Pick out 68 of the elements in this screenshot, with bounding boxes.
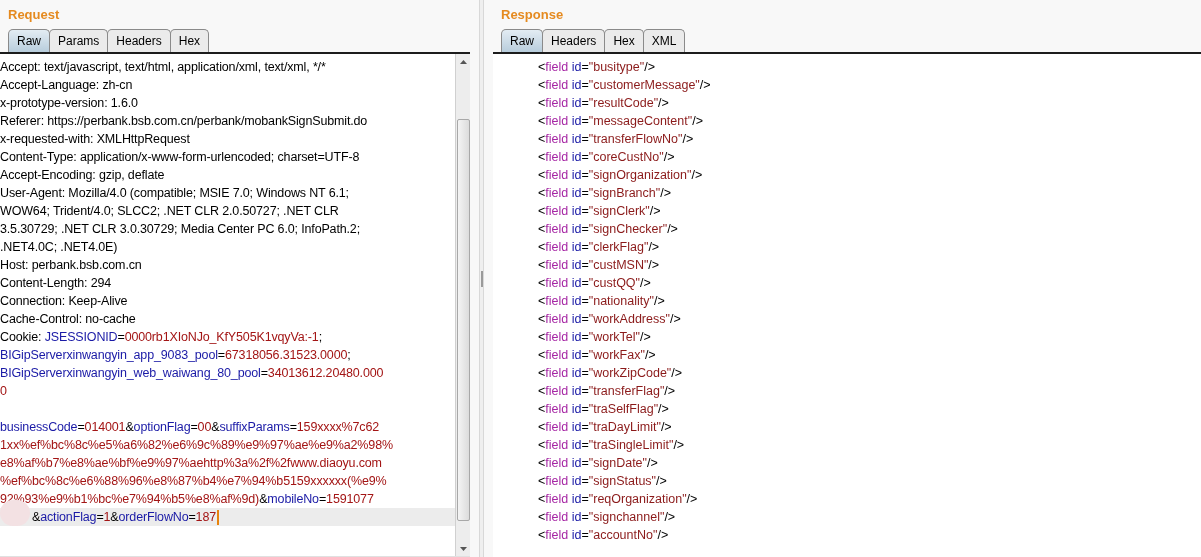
code-line: <field id="workAddress"/> [538, 311, 682, 328]
code-line: Connection: Keep-Alive [0, 293, 128, 310]
scrollbar[interactable] [455, 54, 470, 556]
code-line: e8%af%b7%e8%ae%bf%e9%97%aehttp%3a%2f%2fwww.diaoyu.com [0, 455, 382, 472]
code-line: <field id="coreCustNo"/> [538, 149, 676, 166]
code-line: <field id="customerMessage"/> [538, 77, 712, 94]
tab[interactable]: Raw [501, 29, 543, 52]
code-line: <field id="nationality"/> [538, 293, 666, 310]
code-line: BIGipServerxinwangyin_app_9083_pool=67318056.31523.0000; [0, 347, 351, 364]
tab[interactable]: Params [49, 29, 109, 52]
code-line: <field id="traDayLimit"/> [538, 419, 673, 436]
code-line: <field id="signDate"/> [538, 455, 659, 472]
code-line: <field id="clerkFlag"/> [538, 239, 661, 256]
code-line: %ef%bc%8c%e6%88%96%e8%87%b4%e7%94%b5159xxxxxx(%e9% [0, 473, 387, 490]
down-arrow-icon[interactable] [459, 546, 467, 551]
code-line: <field id="transferFlag"/> [538, 383, 677, 400]
panel-title: Response [500, 6, 565, 24]
code-line: Cookie: JSESSIONID=0000rb1XIoNJo_KfY505K1vqyVa:-1; [0, 329, 322, 346]
code-line: <field id="workTel"/> [538, 329, 652, 346]
code-line: Content-Length: 294 [0, 275, 112, 292]
code-line: <field id="signClerk"/> [538, 203, 662, 220]
code-line: <field id="messageContent"/> [538, 113, 704, 130]
code-line: WOW64; Trident/4.0; SLCC2; .NET CLR 2.0.50727; .NET CLR [0, 203, 339, 220]
code-line: Cache-Control: no-cache [0, 311, 136, 328]
code-line: <field id="workZipCode"/> [538, 365, 684, 382]
code-line: 3.5.30729; .NET CLR 3.0.30729; Media Center PC 6.0; InfoPath.2; [0, 221, 360, 238]
code-line: <field id="traSelfFlag"/> [538, 401, 670, 418]
code-line: <field id="signOrganization"/> [538, 167, 704, 184]
code-line: Accept-Encoding: gzip, deflate [0, 167, 165, 184]
code-line: <field id="reqOrganization"/> [538, 491, 699, 508]
code-line: Accept-Language: zh-cn [0, 77, 133, 94]
code-line: <field id="workFax"/> [538, 347, 657, 364]
tab[interactable]: Headers [107, 29, 171, 52]
code-line: <field id="resultCode"/> [538, 95, 670, 112]
code-line: &actionFlag=1&orderFlowNo=187 [32, 509, 216, 526]
code-line: .NET4.0C; .NET4.0E) [0, 239, 118, 256]
code-line: <field id="signchannel"/> [538, 509, 677, 526]
code-line: Content-Type: application/x-www-form-urlencoded; charset=UTF-8 [0, 149, 360, 166]
code-line: x-prototype-version: 1.6.0 [0, 95, 138, 112]
tab[interactable]: XML [642, 29, 686, 52]
code-line: <field id="signChecker"/> [538, 221, 679, 238]
code-line: <field id="traSingleLimit"/> [538, 437, 686, 454]
code-line: x-requested-with: XMLHttpRequest [0, 131, 190, 148]
code-line: <field id="custMSN"/> [538, 257, 661, 274]
tab[interactable]: Hex [169, 29, 210, 52]
up-arrow-icon[interactable] [459, 59, 467, 64]
tab[interactable]: Headers [542, 29, 606, 52]
code-line: Referer: https://perbank.bsb.com.cn/perbank/mobankSignSubmit.do [0, 113, 368, 130]
code-line: <field id="busitype"/> [538, 59, 656, 76]
code-line: businessCode=014001&optionFlag=00&suffixParams=159xxxx%7c62 [0, 419, 380, 436]
request-editor[interactable] [0, 54, 455, 556]
code-line: <field id="transferFlowNo"/> [538, 131, 695, 148]
scrollbar-thumb[interactable] [456, 119, 470, 521]
code-line: 1xx%ef%bc%8c%e5%a6%82%e6%9c%89%e9%97%ae%e9%a2%98% [0, 437, 393, 454]
text-cursor [217, 509, 219, 525]
tab[interactable]: Hex [604, 29, 644, 52]
code-line: <field id="custQQ"/> [538, 275, 652, 292]
panel-title: Request [7, 6, 61, 24]
code-line: 92%93%e9%b1%bc%e7%94%b5%e8%af%9d)&mobileNo=1591077 [0, 491, 374, 508]
code-line: Accept: text/javascript, text/html, application/xml, text/xml, */* [0, 59, 326, 76]
code-line: User-Agent: Mozilla/4.0 (compatible; MSIE 7.0; Windows NT 6.1; [0, 185, 349, 202]
code-line: BIGipServerxinwangyin_web_waiwang_80_pool=34013612.20480.000 [0, 365, 384, 382]
code-line: 0 [0, 383, 7, 400]
code-line: Host: perbank.bsb.com.cn [0, 257, 142, 274]
code-line: <field id="accountNo"/> [538, 527, 670, 544]
tab[interactable]: Raw [8, 29, 50, 52]
code-line: <field id="signStatus"/> [538, 473, 668, 490]
code-line: <field id="signBranch"/> [538, 185, 672, 202]
